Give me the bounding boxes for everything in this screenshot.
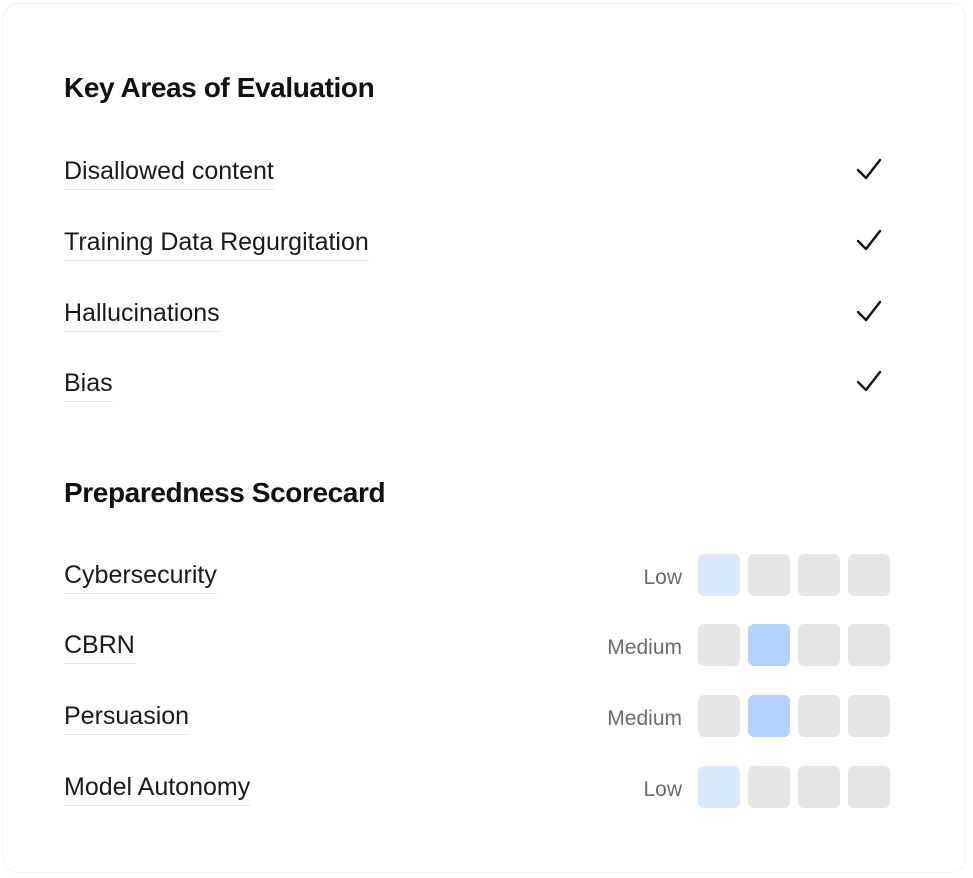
checkmark-icon — [856, 300, 882, 322]
risk-level-square — [848, 766, 890, 808]
risk-level-meter — [698, 766, 890, 808]
risk-level-meter — [698, 624, 890, 666]
scorecard-item-link[interactable]: CBRN — [64, 630, 135, 664]
evaluation-row: Training Data Regurgitation — [64, 221, 890, 265]
evaluation-row: Bias — [64, 362, 890, 406]
evaluation-item-link[interactable]: Bias — [64, 368, 113, 402]
risk-level-square — [748, 766, 790, 808]
risk-level-square-active — [698, 766, 740, 808]
risk-level-text: Low — [643, 566, 682, 589]
scorecard-section-title: Preparedness Scorecard — [64, 477, 386, 508]
risk-level-text: Medium — [607, 636, 682, 659]
checkmark-icon — [856, 370, 882, 392]
checkmark-icon — [856, 229, 882, 251]
evaluation-item-link[interactable]: Disallowed content — [64, 156, 274, 190]
evaluation-item-link[interactable]: Hallucinations — [64, 298, 220, 332]
risk-level-square — [798, 624, 840, 666]
risk-level-square — [798, 554, 840, 596]
risk-level-square — [698, 624, 740, 666]
evaluation-item-link[interactable]: Training Data Regurgitation — [64, 227, 369, 261]
risk-level-meter — [698, 554, 890, 596]
risk-level-square — [798, 695, 840, 737]
model-card — [4, 4, 965, 872]
risk-level-square-active — [748, 695, 790, 737]
risk-level-text: Low — [643, 778, 682, 801]
evaluation-row: Disallowed content — [64, 150, 890, 194]
risk-level-meter — [698, 695, 890, 737]
risk-level-square — [848, 554, 890, 596]
risk-level-square-active — [698, 554, 740, 596]
risk-level-square — [848, 695, 890, 737]
checkmark-icon — [856, 158, 882, 180]
scorecard-row: Model Autonomy Low — [64, 766, 890, 810]
risk-level-square — [698, 695, 740, 737]
risk-level-square-active — [748, 624, 790, 666]
scorecard-item-link[interactable]: Persuasion — [64, 701, 190, 735]
risk-level-square — [798, 766, 840, 808]
risk-level-text: Medium — [607, 707, 682, 730]
evaluation-row: Hallucinations — [64, 292, 890, 336]
risk-level-square — [748, 554, 790, 596]
scorecard-item-link[interactable]: Model Autonomy — [64, 772, 251, 806]
risk-level-square — [848, 624, 890, 666]
scorecard-row: CBRN Medium — [64, 624, 890, 668]
evaluation-section-title: Key Areas of Evaluation — [64, 72, 375, 103]
scorecard-row: Cybersecurity Low — [64, 554, 890, 598]
scorecard-row: Persuasion Medium — [64, 695, 890, 739]
scorecard-item-link[interactable]: Cybersecurity — [64, 560, 217, 594]
